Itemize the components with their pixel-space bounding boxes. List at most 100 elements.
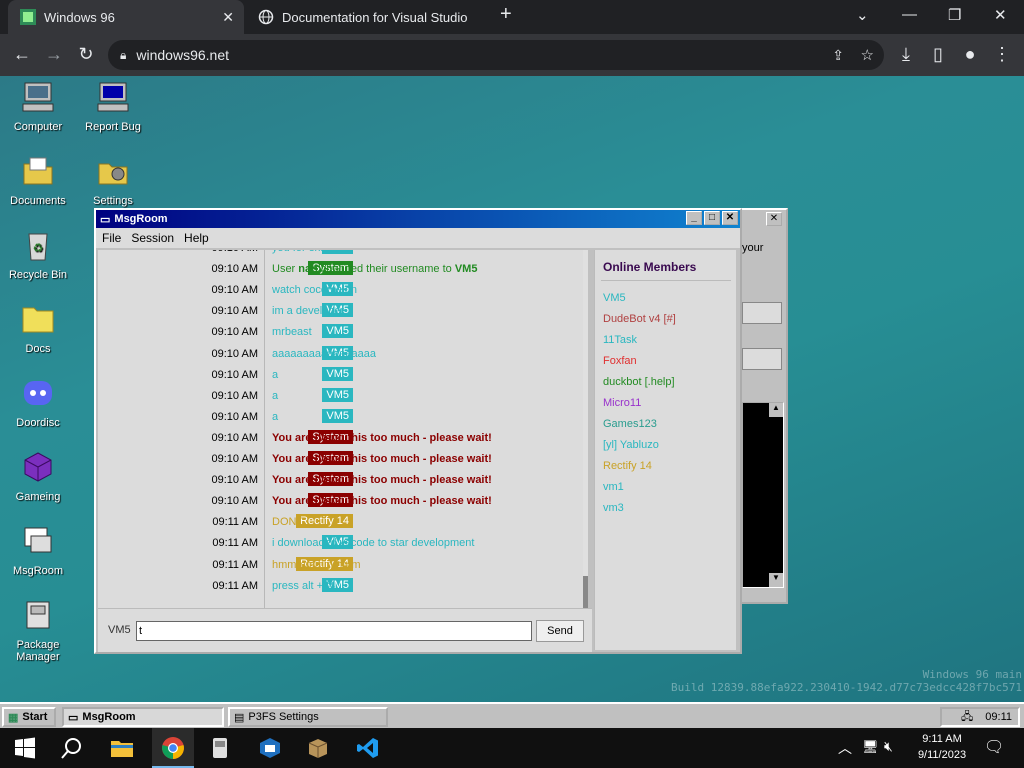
file-explorer-icon[interactable]	[110, 736, 134, 760]
maximize-icon[interactable]: □	[704, 211, 720, 225]
message-input[interactable]: t	[136, 621, 532, 641]
chat-log[interactable]: 09:10 AMVM5you for example09:10 AMSystem…	[98, 250, 588, 608]
profile-icon[interactable]: ●	[958, 44, 982, 65]
browser-tab-bar: Windows 96 ✕ Documentation for Visual St…	[0, 0, 1024, 34]
url-text: windows96.net	[136, 47, 230, 63]
close-icon[interactable]: ✕	[994, 6, 1007, 24]
user-badge[interactable]: Rectify 14	[296, 514, 353, 529]
desktop-icon-package-manager[interactable]: Package Manager	[0, 598, 76, 663]
svg-text:♻: ♻	[33, 241, 44, 255]
message-text: a	[272, 410, 279, 423]
minimize-icon[interactable]: —	[902, 6, 917, 23]
text-field[interactable]	[742, 302, 782, 324]
network-tray-icon[interactable]: 🖧︎	[961, 708, 973, 727]
menu-help[interactable]: Help	[184, 231, 209, 245]
close-icon[interactable]: ✕	[722, 211, 738, 225]
tab-windows96[interactable]: Windows 96 ✕	[8, 0, 244, 34]
member-item[interactable]: duckbot [.help]	[603, 376, 675, 388]
member-item[interactable]: vm3	[603, 502, 624, 514]
start-button[interactable]: ▦ Start	[2, 707, 56, 727]
app-icon[interactable]	[208, 736, 232, 760]
chrome-taskbar-button[interactable]	[152, 728, 194, 768]
notification-icon[interactable]: 🗨︎	[984, 737, 1004, 757]
desktop-icon-computer[interactable]: Computer	[0, 80, 76, 133]
menu-session[interactable]: Session	[131, 231, 174, 245]
search-icon[interactable]	[60, 736, 84, 760]
desktop-icon-docs[interactable]: Docs	[0, 302, 76, 355]
message-text: You are doing this too much - please wai…	[272, 431, 492, 444]
desktop-icon-settings[interactable]: Settings	[75, 154, 151, 207]
message-row: 09:10 AM VM5 a	[98, 407, 588, 427]
message-time: 09:11 AM	[212, 537, 258, 550]
scroll-down-icon[interactable]: ▼	[769, 573, 783, 587]
desktop-icon-recycle-bin[interactable]: ♻ Recycle Bin	[0, 228, 76, 281]
task-p3fs-settings[interactable]: ▤ P3FS Settings	[228, 707, 388, 727]
desktop-icon-msgroom[interactable]: MsgRoom	[0, 524, 76, 577]
member-item[interactable]: Micro11	[603, 397, 641, 409]
chevron-up-icon[interactable]: ︿	[838, 738, 852, 758]
close-tab-icon[interactable]: ✕	[222, 9, 234, 26]
settings-folder-icon	[98, 163, 128, 185]
scroll-thumb[interactable]	[583, 576, 588, 608]
sidepanel-icon[interactable]: ▯	[926, 44, 950, 65]
member-item[interactable]: Rectify 14	[603, 460, 652, 472]
omnibox[interactable]: 🔒︎ windows96.net ⇪ ☆	[108, 40, 884, 70]
minimize-icon[interactable]: _	[686, 211, 702, 225]
windows-start-icon[interactable]	[13, 736, 37, 760]
task-msgroom[interactable]: ▭ MsgRoom	[62, 707, 224, 727]
user-badge[interactable]: VM5	[322, 366, 353, 381]
desktop-icon-doordisc[interactable]: Doordisc	[0, 376, 76, 429]
icon-label: Docs	[25, 343, 51, 355]
message-text: a	[272, 389, 279, 402]
network-icon[interactable]: 🖥︎	[862, 739, 879, 755]
member-item[interactable]: VM5	[603, 292, 626, 304]
folder-documents-icon	[23, 157, 53, 185]
msgroom-icon	[24, 527, 52, 553]
recycle-bin-icon: ♻	[28, 233, 48, 261]
message-time: 09:10 AM	[211, 431, 258, 444]
message-time: 09:10 AM	[211, 284, 258, 297]
online-members-panel: Online Members VM5 DudeBot v4 [#] 11Task Fo…	[594, 250, 736, 650]
share-icon[interactable]: ⇪	[832, 47, 844, 64]
member-item[interactable]: Foxfan	[603, 355, 637, 367]
tab-search-icon[interactable]: ⌄	[856, 6, 869, 24]
system-clock[interactable]: 9:11 AM 9/11/2023	[914, 731, 970, 763]
virtualbox-icon[interactable]	[258, 736, 282, 760]
restore-icon[interactable]: ❐	[948, 6, 961, 24]
user-badge[interactable]: VM5	[322, 408, 353, 423]
vscode-icon[interactable]	[356, 736, 380, 760]
chat-scrollbar[interactable]	[583, 250, 588, 608]
message-row: 09:10 AM VM5 mrbeast	[98, 322, 588, 342]
volume-muted-icon[interactable]: 🔇︎	[884, 738, 893, 755]
text-field[interactable]	[742, 348, 782, 370]
msgroom-window[interactable]: ▭ MsgRoom _ □ ✕ File Session Help 09:10 …	[94, 208, 742, 654]
user-badge[interactable]: VM5	[322, 387, 353, 402]
console-area[interactable]: ▲ ▼	[742, 402, 784, 588]
back-icon[interactable]: ←	[10, 44, 34, 65]
package-icon[interactable]	[306, 736, 330, 760]
download-icon[interactable]: ⤓	[894, 44, 918, 65]
forward-icon[interactable]: →	[42, 44, 66, 65]
member-item[interactable]: vm1	[603, 481, 624, 493]
send-button[interactable]: Send	[536, 620, 584, 642]
message-text: User nah changed their username to VM5	[272, 263, 478, 276]
bookmark-star-icon[interactable]: ☆	[861, 46, 874, 64]
message-time: 09:10 AM	[211, 389, 258, 402]
new-tab-button[interactable]: +	[500, 3, 512, 26]
close-icon[interactable]: ✕	[766, 212, 782, 226]
desktop-icon-gameing[interactable]: Gameing	[0, 450, 76, 503]
title-bar[interactable]: ▭ MsgRoom _ □ ✕	[96, 210, 740, 228]
desktop-icon-report-bug[interactable]: Report Bug	[75, 80, 151, 133]
desktop-icon-documents[interactable]: Documents	[0, 154, 76, 207]
window-title: MsgRoom	[114, 213, 168, 225]
member-item[interactable]: [yl] Yabluzo	[603, 439, 659, 451]
member-item[interactable]: 11Task	[603, 334, 637, 346]
member-item[interactable]: DudeBot v4 [#]	[603, 313, 676, 325]
user-badge[interactable]: VM5	[322, 324, 353, 339]
member-item[interactable]: Games123	[603, 418, 657, 430]
tab-vs-docs[interactable]: Documentation for Visual Studio	[248, 0, 484, 34]
reload-icon[interactable]: ↻	[74, 44, 98, 65]
menu-file[interactable]: File	[102, 231, 121, 245]
menu-kebab-icon[interactable]: ⋮	[990, 44, 1014, 65]
scroll-up-icon[interactable]: ▲	[769, 403, 783, 417]
